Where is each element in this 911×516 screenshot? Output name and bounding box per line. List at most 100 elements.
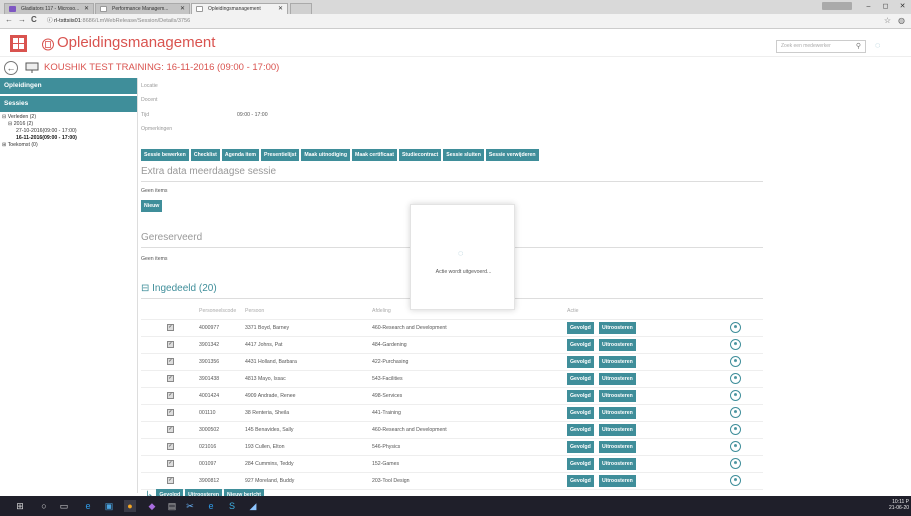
- cell-code: 3901438: [199, 376, 220, 382]
- close-window-icon[interactable]: ✕: [894, 0, 911, 14]
- task-view-icon[interactable]: ▭: [58, 500, 70, 512]
- create-invitation-button[interactable]: Maak uitnodiging: [301, 149, 350, 161]
- browser-tab-opleidingen[interactable]: Opleidingsmanagement ✕: [191, 3, 288, 14]
- new-button[interactable]: Nieuw: [141, 200, 163, 212]
- gevolgd-button[interactable]: Gevolgd: [567, 441, 594, 453]
- ie-icon[interactable]: e: [205, 500, 217, 512]
- gevolgd-button[interactable]: Gevolgd: [567, 475, 594, 487]
- checklist-button[interactable]: Checklist: [190, 149, 220, 161]
- row-checkbox[interactable]: ✓: [167, 324, 174, 331]
- people-icon[interactable]: ☻: [730, 407, 741, 418]
- firefox-icon[interactable]: ●: [124, 500, 136, 512]
- row-checkbox[interactable]: ✓: [167, 443, 174, 450]
- system-clock[interactable]: 10:11 P 21-06-20: [889, 499, 909, 511]
- row-checkbox[interactable]: ✓: [167, 358, 174, 365]
- create-certificate-button[interactable]: Maak certificaat: [352, 149, 397, 161]
- app-icon[interactable]: ▤: [166, 500, 178, 512]
- gevolgd-button[interactable]: Gevolgd: [567, 458, 594, 470]
- uitroosteren-button[interactable]: Uitroosteren: [599, 390, 636, 402]
- people-icon[interactable]: ☻: [730, 458, 741, 469]
- edit-session-button[interactable]: Sessie bewerken: [141, 149, 189, 161]
- edge-icon[interactable]: e: [82, 500, 94, 512]
- tree-node-toekomst[interactable]: ⊞ Toekomst (0): [2, 142, 137, 149]
- browser-tab-performance[interactable]: Performance Managem... ✕: [95, 3, 190, 14]
- row-checkbox[interactable]: ✓: [167, 375, 174, 382]
- minimize-icon[interactable]: –: [860, 0, 877, 14]
- row-checkbox[interactable]: ✓: [167, 392, 174, 399]
- people-icon[interactable]: ☻: [730, 356, 741, 367]
- bookmark-star-icon[interactable]: ☆: [884, 16, 891, 25]
- extension-icon[interactable]: ◍: [898, 16, 905, 25]
- skype-icon[interactable]: S: [226, 500, 238, 512]
- close-tab-icon[interactable]: ✕: [84, 4, 89, 14]
- browser-tab-gladiators[interactable]: Gladiators 117 - Microso... ✕: [4, 3, 94, 14]
- attendance-list-button[interactable]: Presentielijst: [261, 149, 300, 161]
- gevolgd-button[interactable]: Gevolgd: [567, 339, 594, 351]
- tool-icon[interactable]: ✂: [184, 500, 196, 512]
- new-tab-button[interactable]: [290, 3, 312, 14]
- people-icon[interactable]: ☻: [730, 373, 741, 384]
- uitroosteren-button[interactable]: Uitroosteren: [599, 356, 636, 368]
- url-field[interactable]: ⓘ rl-tsttsiis01:8686/LmWebRelease/Sessio…: [47, 16, 190, 27]
- back-arrow-icon[interactable]: ←: [5, 15, 13, 24]
- row-checkbox[interactable]: ✓: [167, 426, 174, 433]
- tree-node-2016[interactable]: ⊟ 2016 (2): [2, 121, 137, 128]
- tijd-value: 09:00 - 17:00: [237, 112, 268, 118]
- gevolgd-button[interactable]: Gevolgd: [567, 390, 594, 402]
- people-icon[interactable]: ☻: [730, 322, 741, 333]
- onenote-icon[interactable]: ◆: [146, 500, 158, 512]
- close-tab-icon[interactable]: ✕: [180, 4, 185, 14]
- cell-person: 38 Renteria, Sheila: [245, 410, 290, 416]
- table-row: ✓ 4000977 3371 Boyd, Barney 460-Research an…: [141, 320, 763, 337]
- gevolgd-button[interactable]: Gevolgd: [567, 356, 594, 368]
- uitroosteren-button[interactable]: Uitroosteren: [599, 424, 636, 436]
- gevolgd-button[interactable]: Gevolgd: [567, 322, 594, 334]
- people-icon[interactable]: ☻: [730, 475, 741, 486]
- people-icon[interactable]: ☻: [730, 339, 741, 350]
- app-menu-tiles-icon[interactable]: [10, 35, 27, 52]
- uitroosteren-button[interactable]: Uitroosteren: [599, 322, 636, 334]
- search-icon[interactable]: ○: [38, 500, 50, 512]
- people-icon[interactable]: ☻: [730, 441, 741, 452]
- uitroosteren-button[interactable]: Uitroosteren: [599, 373, 636, 385]
- tree-node-verleden[interactable]: ⊟ Verleden (2): [2, 114, 137, 121]
- close-session-button[interactable]: Sessie sluiten: [443, 149, 484, 161]
- uitroosteren-button[interactable]: Uitroosteren: [599, 475, 636, 487]
- gevolgd-button[interactable]: Gevolgd: [567, 373, 594, 385]
- cell-code: 4000977: [199, 325, 220, 331]
- windows-start-icon[interactable]: ⊞: [14, 500, 26, 512]
- uitroosteren-button[interactable]: Uitroosteren: [599, 441, 636, 453]
- row-checkbox[interactable]: ✓: [167, 409, 174, 416]
- uitroosteren-button[interactable]: Uitroosteren: [599, 407, 636, 419]
- row-checkbox[interactable]: ✓: [167, 460, 174, 467]
- sidebar-item-opleidingen[interactable]: Opleidingen: [0, 78, 137, 94]
- uitroosteren-button[interactable]: Uitroosteren: [599, 458, 636, 470]
- row-checkbox[interactable]: ✓: [167, 477, 174, 484]
- user-profile-badge[interactable]: [822, 2, 852, 10]
- cell-afdeling: 152-Games: [372, 461, 400, 467]
- delete-session-button[interactable]: Sessie verwijderen: [485, 149, 539, 161]
- table-row: ✓ 3900812 927 Moreland, Buddy 203-Tool Desi…: [141, 473, 763, 490]
- sidebar: Opleidingen Sessies ⊟ Verleden (2) ⊟ 201…: [0, 78, 138, 493]
- shield-icon[interactable]: ◢: [247, 500, 259, 512]
- maximize-icon[interactable]: ◻: [877, 0, 894, 14]
- people-icon[interactable]: ☻: [730, 424, 741, 435]
- agenda-item-button[interactable]: Agenda item: [221, 149, 260, 161]
- back-button[interactable]: ←: [4, 61, 18, 75]
- forward-arrow-icon[interactable]: →: [18, 15, 26, 24]
- gevolgd-button[interactable]: Gevolgd: [567, 424, 594, 436]
- search-icon[interactable]: ⚲: [856, 41, 861, 52]
- close-tab-icon[interactable]: ✕: [278, 4, 283, 14]
- table-row: ✓ 3901342 4417 Johns, Pat 484-Gardening Gevo…: [141, 337, 763, 354]
- uitroosteren-button[interactable]: Uitroosteren: [599, 339, 636, 351]
- gevolgd-button[interactable]: Gevolgd: [567, 407, 594, 419]
- reload-icon[interactable]: C: [31, 15, 37, 24]
- sidebar-item-sessies[interactable]: Sessies: [0, 96, 137, 112]
- employee-search-input[interactable]: Zoek een medewerker ⚲: [776, 40, 866, 53]
- outlook-icon[interactable]: ▣: [103, 500, 115, 512]
- tree-node-session[interactable]: 27-10-2016(09:00 - 17:00): [2, 128, 137, 135]
- row-checkbox[interactable]: ✓: [167, 341, 174, 348]
- people-icon[interactable]: ☻: [730, 390, 741, 401]
- tree-node-session-selected[interactable]: 16-11-2016(09:00 - 17:00): [16, 135, 77, 141]
- study-contract-button[interactable]: Studiecontract: [398, 149, 442, 161]
